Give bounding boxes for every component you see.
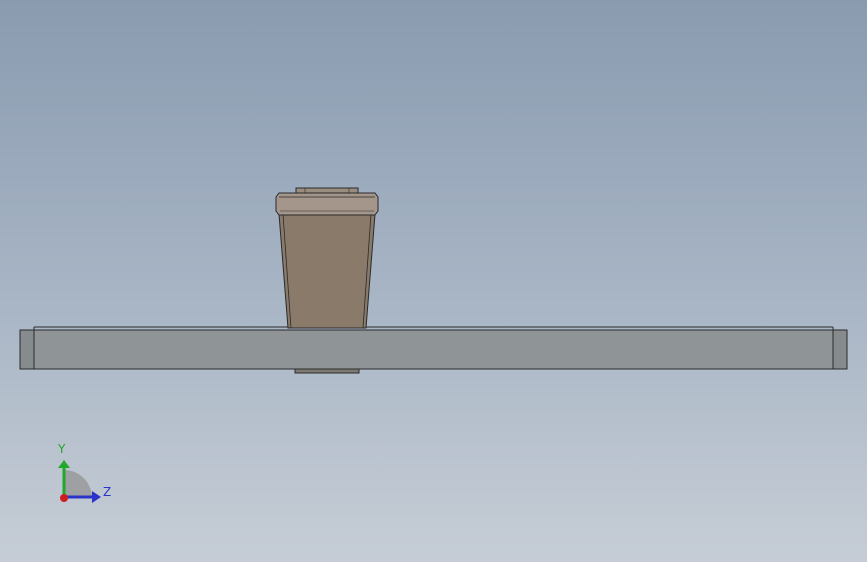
graphics-viewport[interactable]: Y Z	[0, 0, 867, 562]
base-plate[interactable]	[19, 326, 848, 370]
triad-y-label: Y	[58, 442, 66, 456]
triad-plane-icon	[64, 470, 92, 497]
triad-z-label: Z	[103, 485, 112, 499]
model-view[interactable]	[0, 0, 867, 562]
x-axis-dot-icon	[60, 494, 68, 502]
y-axis-arrow-icon	[58, 460, 70, 468]
reference-triad	[58, 460, 101, 503]
z-axis-arrow-icon	[92, 491, 101, 503]
handle-body[interactable]	[275, 187, 379, 329]
